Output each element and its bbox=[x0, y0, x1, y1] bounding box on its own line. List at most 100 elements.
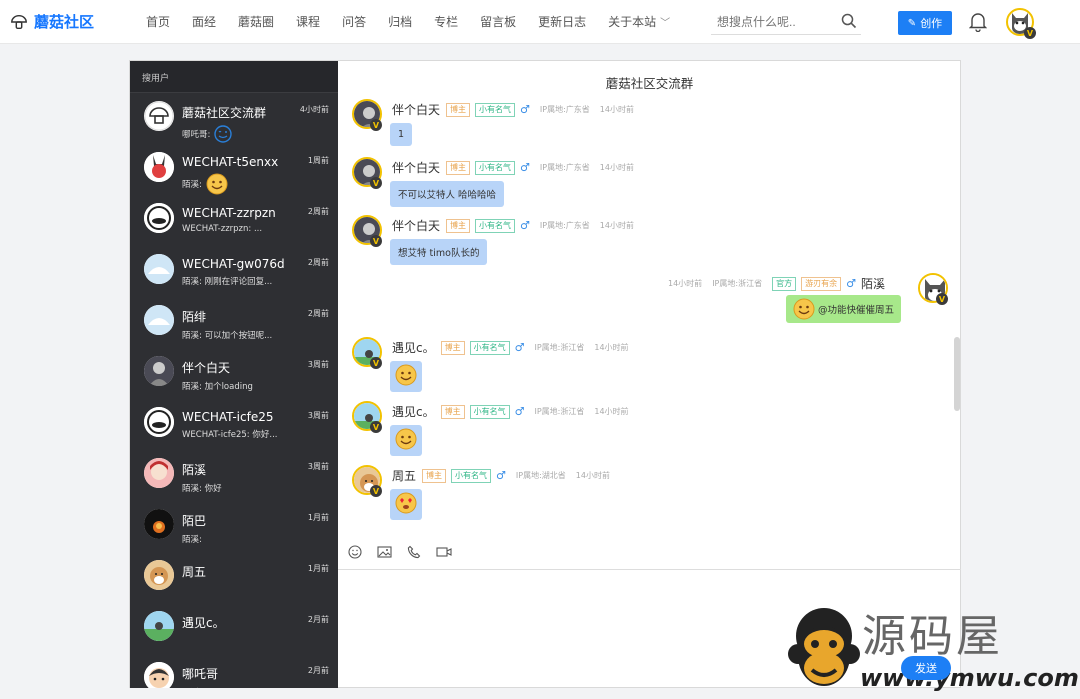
conversation-preview-text: WECHAT-zzrpzn: ... bbox=[182, 224, 263, 234]
emoji-icon[interactable] bbox=[348, 544, 362, 559]
conversation-time: 2周前 bbox=[307, 207, 329, 216]
create-button-label: 创作 bbox=[920, 18, 943, 30]
nav-item-columns[interactable]: 专栏 bbox=[434, 13, 458, 30]
message-bubble[interactable]: 不可以艾特人 哈哈哈哈 bbox=[390, 181, 505, 207]
conversation-item[interactable]: 陌巴 1月前 陌溪: bbox=[130, 501, 338, 552]
message-text: 1 bbox=[398, 129, 405, 140]
conversation-item[interactable]: 周五 1月前 bbox=[130, 552, 338, 603]
message-location: IP属地:浙江省 bbox=[534, 343, 585, 352]
search-box bbox=[711, 9, 861, 35]
emoji-wink-icon bbox=[214, 125, 233, 143]
message-username[interactable]: 伴个白天 bbox=[392, 101, 440, 118]
message-list: V 伴个白天 博主 小有名气 ♂ IP属地:广东省 14小时前 1 V 伴个白天 … bbox=[338, 97, 961, 534]
nav-item-archive[interactable]: 归档 bbox=[388, 13, 412, 30]
mushroom-logo-icon bbox=[11, 14, 27, 29]
message-bubble[interactable]: @功能快催催周五 bbox=[786, 295, 902, 323]
message-text: 想艾特 timo队长的 bbox=[398, 248, 480, 259]
conversation-item[interactable]: 陌绯 2周前 陌溪: 可以加个按钮呢... bbox=[130, 297, 338, 348]
nav-item-courses[interactable]: 课程 bbox=[296, 13, 320, 30]
search-input[interactable] bbox=[711, 14, 831, 29]
message-bubble[interactable] bbox=[390, 361, 422, 392]
message-location: IP属地:广东省 bbox=[539, 105, 590, 114]
message-text: @功能快催催周五 bbox=[818, 305, 895, 316]
conversation-avatar bbox=[144, 662, 174, 688]
phone-icon[interactable] bbox=[407, 545, 421, 559]
message-time: 14小时前 bbox=[594, 343, 629, 352]
emoji-smile-icon bbox=[395, 428, 417, 450]
vip-badge: V bbox=[370, 357, 382, 369]
message-text: 不可以艾特人 哈哈哈哈 bbox=[398, 190, 497, 201]
nav-item-about[interactable]: 关于本站 ﹀ bbox=[608, 13, 670, 30]
conversation-preview: 陌溪: bbox=[182, 686, 338, 688]
conversation-item[interactable]: 蘑菇社区交流群 4小时前 哪吒哥: bbox=[130, 93, 338, 144]
site-name: 蘑菇社区 bbox=[34, 13, 95, 31]
search-icon[interactable] bbox=[841, 13, 857, 29]
nav-item-home[interactable]: 首页 bbox=[146, 13, 170, 30]
conversation-preview-text: 陌溪: 刚刚在评论回复... bbox=[182, 277, 273, 287]
conversation-item[interactable]: WECHAT-t5enxx 1周前 陌溪: bbox=[130, 144, 338, 195]
conversation-avatar bbox=[144, 611, 174, 641]
gender-male-icon: ♂ bbox=[846, 277, 856, 290]
message-username[interactable]: 周五 bbox=[392, 467, 416, 484]
message-header: 伴个白天 博主 小有名气 ♂ IP属地:广东省 14小时前 bbox=[392, 159, 644, 176]
conversation-item[interactable]: 遇见c。 2月前 bbox=[130, 603, 338, 654]
vip-badge: V bbox=[1024, 27, 1036, 39]
send-button[interactable]: 发送 bbox=[901, 656, 951, 680]
conversation-item[interactable]: WECHAT-gw076d 2周前 陌溪: 刚刚在评论回复... bbox=[130, 246, 338, 297]
conversation-item[interactable]: WECHAT-zzrpzn 2周前 WECHAT-zzrpzn: ... bbox=[130, 195, 338, 246]
conversation-avatar bbox=[144, 203, 174, 233]
conversation-avatar bbox=[144, 407, 174, 437]
nav-item-qa[interactable]: 问答 bbox=[342, 13, 366, 30]
message-location: IP属地:广东省 bbox=[539, 221, 590, 230]
scrollbar[interactable] bbox=[954, 337, 960, 411]
conversation-item[interactable]: WECHAT-icfe25 3周前 WECHAT-icfe25: 你好... bbox=[130, 399, 338, 450]
nav-item-circle[interactable]: 蘑菇圈 bbox=[238, 13, 274, 30]
message-username[interactable]: 伴个白天 bbox=[392, 159, 440, 176]
nav-item-changelog[interactable]: 更新日志 bbox=[538, 13, 586, 30]
message-header: 周五 博主 小有名气 ♂ IP属地:湖北省 14小时前 bbox=[392, 467, 620, 484]
conversation-avatar bbox=[144, 458, 174, 488]
gender-male-icon: ♂ bbox=[496, 469, 506, 482]
conversation-avatar bbox=[144, 254, 174, 284]
message-header: 伴个白天 博主 小有名气 ♂ IP属地:广东省 14小时前 bbox=[392, 217, 644, 234]
image-icon[interactable] bbox=[377, 545, 392, 559]
user-tag: 博主 bbox=[446, 160, 471, 175]
message-time: 14小时前 bbox=[575, 471, 610, 480]
nav-item-guestbook[interactable]: 留言板 bbox=[480, 13, 516, 30]
message-username[interactable]: 伴个白天 bbox=[392, 217, 440, 234]
watermark-url: www.ymwu.com bbox=[860, 664, 1079, 692]
user-tag: 小有名气 bbox=[475, 218, 516, 233]
user-tag: 博主 bbox=[446, 102, 471, 117]
conversation-preview: 陌溪: bbox=[182, 173, 338, 195]
message-username[interactable]: 遇见c。 bbox=[392, 339, 435, 356]
bell-icon[interactable] bbox=[969, 12, 987, 32]
user-search[interactable]: 搜用户 bbox=[130, 61, 338, 93]
message-bubble[interactable]: 想艾特 timo队长的 bbox=[390, 239, 488, 265]
conversation-item[interactable]: 陌溪 3周前 陌溪: 你好 bbox=[130, 450, 338, 501]
message-bubble[interactable] bbox=[390, 489, 422, 520]
conversation-item[interactable]: 哪吒哥 2月前 陌溪: bbox=[130, 654, 338, 688]
conversation-avatar bbox=[144, 356, 174, 386]
create-button[interactable]: ✎ 创作 bbox=[898, 11, 952, 35]
message-bubble[interactable]: 1 bbox=[390, 123, 413, 146]
chevron-down-icon: ﹀ bbox=[660, 18, 671, 29]
conversation-item[interactable]: 伴个白天 3周前 陌溪: 加个loading bbox=[130, 348, 338, 399]
site-logo[interactable]: 蘑菇社区 bbox=[10, 11, 120, 32]
message-username[interactable]: 遇见c。 bbox=[392, 403, 435, 420]
conversation-time: 2周前 bbox=[307, 309, 329, 318]
user-tag: 小有名气 bbox=[469, 340, 510, 355]
video-call-icon[interactable] bbox=[436, 545, 452, 559]
conversation-time: 2月前 bbox=[307, 666, 329, 675]
conversation-avatar bbox=[144, 560, 174, 590]
conversation-preview-text: 陌溪: bbox=[182, 686, 202, 688]
conversation-time: 4小时前 bbox=[299, 105, 329, 114]
main-nav: 首页 面经 蘑菇圈 课程 问答 归档 专栏 留言板 更新日志 关于本站 ﹀ bbox=[146, 13, 692, 30]
top-navbar: 蘑菇社区 首页 面经 蘑菇圈 课程 问答 归档 专栏 留言板 更新日志 关于本站… bbox=[0, 0, 1080, 44]
message-username[interactable]: 陌溪 bbox=[861, 275, 885, 292]
conversation-time: 1月前 bbox=[307, 513, 329, 522]
message-bubble[interactable] bbox=[390, 425, 422, 456]
user-tag: 游刃有余 bbox=[801, 276, 842, 291]
conversation-avatar bbox=[144, 305, 174, 335]
message-time: 14小时前 bbox=[594, 407, 629, 416]
nav-item-interview[interactable]: 面经 bbox=[192, 13, 216, 30]
